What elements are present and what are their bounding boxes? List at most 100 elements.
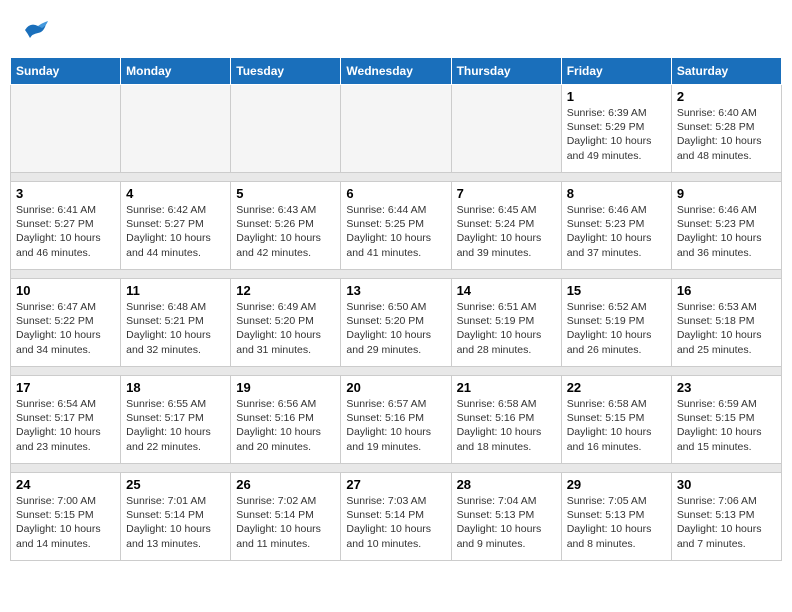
calendar-cell: 4 Sunrise: 6:42 AMSunset: 5:27 PMDaylight…	[121, 182, 231, 270]
day-number: 24	[16, 477, 115, 492]
cell-info: Sunrise: 6:57 AMSunset: 5:16 PMDaylight:…	[346, 397, 445, 454]
cell-info: Sunrise: 6:39 AMSunset: 5:29 PMDaylight:…	[567, 106, 666, 163]
calendar-cell: 12 Sunrise: 6:49 AMSunset: 5:20 PMDayligh…	[231, 279, 341, 367]
weekday-header: Friday	[561, 58, 671, 85]
day-number: 26	[236, 477, 335, 492]
day-number: 4	[126, 186, 225, 201]
calendar-cell: 2Sunrise: 6:40 AMSunset: 5:28 PMDaylight…	[671, 85, 781, 173]
calendar-cell: 9Sunrise: 6:46 AMSunset: 5:23 PMDaylight…	[671, 182, 781, 270]
calendar-cell	[451, 85, 561, 173]
header	[10, 10, 782, 57]
cell-info: Sunrise: 6:59 AMSunset: 5:15 PMDaylight:…	[677, 397, 776, 454]
calendar-week-row: 1 Sunrise: 6:39 AMSunset: 5:29 PMDaylight…	[11, 85, 782, 173]
day-number: 17	[16, 380, 115, 395]
cell-info: Sunrise: 6:45 AMSunset: 5:24 PMDaylight:…	[457, 203, 556, 260]
day-number: 15	[567, 283, 666, 298]
calendar-cell: 13Sunrise: 6:50 AMSunset: 5:20 PMDayligh…	[341, 279, 451, 367]
cell-info: Sunrise: 6:44 AMSunset: 5:25 PMDaylight:…	[346, 203, 445, 260]
cell-info: Sunrise: 6:49 AMSunset: 5:20 PMDaylight:…	[236, 300, 335, 357]
cell-info: Sunrise: 6:54 AMSunset: 5:17 PMDaylight:…	[16, 397, 115, 454]
calendar-cell	[341, 85, 451, 173]
calendar-cell: 21Sunrise: 6:58 AMSunset: 5:16 PMDayligh…	[451, 376, 561, 464]
calendar-cell: 15 Sunrise: 6:52 AMSunset: 5:19 PMDayligh…	[561, 279, 671, 367]
calendar-cell: 3 Sunrise: 6:41 AMSunset: 5:27 PMDaylight…	[11, 182, 121, 270]
calendar-cell: 7 Sunrise: 6:45 AMSunset: 5:24 PMDaylight…	[451, 182, 561, 270]
day-number: 3	[16, 186, 115, 201]
weekday-header: Sunday	[11, 58, 121, 85]
day-number: 13	[346, 283, 445, 298]
day-number: 16	[677, 283, 776, 298]
logo-bird-icon	[20, 18, 50, 42]
row-separator	[11, 270, 782, 279]
day-number: 18	[126, 380, 225, 395]
cell-info: Sunrise: 6:53 AMSunset: 5:18 PMDaylight:…	[677, 300, 776, 357]
day-number: 30	[677, 477, 776, 492]
day-number: 19	[236, 380, 335, 395]
cell-info: Sunrise: 6:55 AMSunset: 5:17 PMDaylight:…	[126, 397, 225, 454]
cell-info: Sunrise: 6:48 AMSunset: 5:21 PMDaylight:…	[126, 300, 225, 357]
day-number: 23	[677, 380, 776, 395]
day-number: 14	[457, 283, 556, 298]
day-number: 29	[567, 477, 666, 492]
calendar-cell: 29 Sunrise: 7:05 AMSunset: 5:13 PMDayligh…	[561, 473, 671, 561]
header-row: SundayMondayTuesdayWednesdayThursdayFrid…	[11, 58, 782, 85]
cell-info: Sunrise: 7:03 AMSunset: 5:14 PMDaylight:…	[346, 494, 445, 551]
calendar-cell: 22Sunrise: 6:58 AMSunset: 5:15 PMDayligh…	[561, 376, 671, 464]
day-number: 2	[677, 89, 776, 104]
calendar-week-row: 3 Sunrise: 6:41 AMSunset: 5:27 PMDaylight…	[11, 182, 782, 270]
cell-info: Sunrise: 6:41 AMSunset: 5:27 PMDaylight:…	[16, 203, 115, 260]
calendar-cell: 23 Sunrise: 6:59 AMSunset: 5:15 PMDayligh…	[671, 376, 781, 464]
day-number: 5	[236, 186, 335, 201]
calendar-cell: 30 Sunrise: 7:06 AMSunset: 5:13 PMDayligh…	[671, 473, 781, 561]
separator-cell	[11, 367, 782, 376]
calendar-cell: 27Sunrise: 7:03 AMSunset: 5:14 PMDayligh…	[341, 473, 451, 561]
day-number: 12	[236, 283, 335, 298]
separator-cell	[11, 464, 782, 473]
calendar-cell: 8Sunrise: 6:46 AMSunset: 5:23 PMDaylight…	[561, 182, 671, 270]
calendar-cell: 16 Sunrise: 6:53 AMSunset: 5:18 PMDayligh…	[671, 279, 781, 367]
calendar-cell: 19 Sunrise: 6:56 AMSunset: 5:16 PMDayligh…	[231, 376, 341, 464]
cell-info: Sunrise: 6:52 AMSunset: 5:19 PMDaylight:…	[567, 300, 666, 357]
calendar-cell: 28Sunrise: 7:04 AMSunset: 5:13 PMDayligh…	[451, 473, 561, 561]
calendar-cell: 18 Sunrise: 6:55 AMSunset: 5:17 PMDayligh…	[121, 376, 231, 464]
cell-info: Sunrise: 7:04 AMSunset: 5:13 PMDaylight:…	[457, 494, 556, 551]
calendar-cell: 20Sunrise: 6:57 AMSunset: 5:16 PMDayligh…	[341, 376, 451, 464]
weekday-header: Tuesday	[231, 58, 341, 85]
row-separator	[11, 173, 782, 182]
calendar-cell	[11, 85, 121, 173]
row-separator	[11, 367, 782, 376]
day-number: 1	[567, 89, 666, 104]
calendar-cell: 1 Sunrise: 6:39 AMSunset: 5:29 PMDaylight…	[561, 85, 671, 173]
weekday-header: Saturday	[671, 58, 781, 85]
separator-cell	[11, 173, 782, 182]
calendar-cell	[121, 85, 231, 173]
day-number: 7	[457, 186, 556, 201]
day-number: 22	[567, 380, 666, 395]
calendar-cell	[231, 85, 341, 173]
weekday-header: Monday	[121, 58, 231, 85]
calendar-cell: 10 Sunrise: 6:47 AMSunset: 5:22 PMDayligh…	[11, 279, 121, 367]
cell-info: Sunrise: 6:46 AMSunset: 5:23 PMDaylight:…	[567, 203, 666, 260]
cell-info: Sunrise: 7:01 AMSunset: 5:14 PMDaylight:…	[126, 494, 225, 551]
weekday-header: Thursday	[451, 58, 561, 85]
cell-info: Sunrise: 6:47 AMSunset: 5:22 PMDaylight:…	[16, 300, 115, 357]
cell-info: Sunrise: 7:00 AMSunset: 5:15 PMDaylight:…	[16, 494, 115, 551]
cell-info: Sunrise: 6:51 AMSunset: 5:19 PMDaylight:…	[457, 300, 556, 357]
calendar-cell: 17 Sunrise: 6:54 AMSunset: 5:17 PMDayligh…	[11, 376, 121, 464]
day-number: 10	[16, 283, 115, 298]
cell-info: Sunrise: 7:02 AMSunset: 5:14 PMDaylight:…	[236, 494, 335, 551]
calendar-table: SundayMondayTuesdayWednesdayThursdayFrid…	[10, 57, 782, 561]
calendar-week-row: 24 Sunrise: 7:00 AMSunset: 5:15 PMDayligh…	[11, 473, 782, 561]
cell-info: Sunrise: 7:05 AMSunset: 5:13 PMDaylight:…	[567, 494, 666, 551]
calendar-week-row: 17 Sunrise: 6:54 AMSunset: 5:17 PMDayligh…	[11, 376, 782, 464]
day-number: 6	[346, 186, 445, 201]
calendar-cell: 6 Sunrise: 6:44 AMSunset: 5:25 PMDaylight…	[341, 182, 451, 270]
cell-info: Sunrise: 6:58 AMSunset: 5:16 PMDaylight:…	[457, 397, 556, 454]
cell-info: Sunrise: 6:56 AMSunset: 5:16 PMDaylight:…	[236, 397, 335, 454]
weekday-header: Wednesday	[341, 58, 451, 85]
cell-info: Sunrise: 7:06 AMSunset: 5:13 PMDaylight:…	[677, 494, 776, 551]
calendar-cell: 11Sunrise: 6:48 AMSunset: 5:21 PMDayligh…	[121, 279, 231, 367]
row-separator	[11, 464, 782, 473]
cell-info: Sunrise: 6:42 AMSunset: 5:27 PMDaylight:…	[126, 203, 225, 260]
calendar-cell: 5Sunrise: 6:43 AMSunset: 5:26 PMDaylight…	[231, 182, 341, 270]
